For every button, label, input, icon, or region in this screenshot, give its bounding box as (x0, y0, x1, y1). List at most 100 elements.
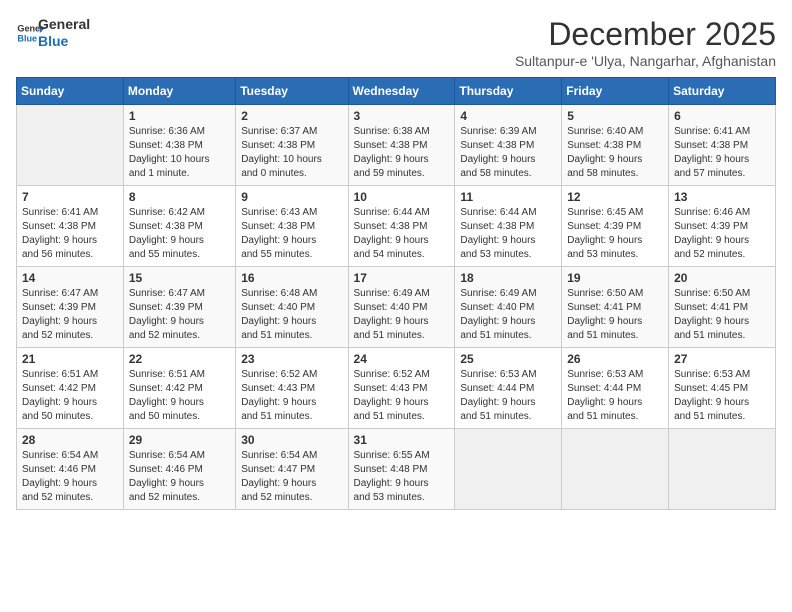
calendar-day-cell: 14 Sunrise: 6:47 AMSunset: 4:39 PMDayligh… (17, 267, 124, 348)
day-info: Sunrise: 6:43 AMSunset: 4:38 PMDaylight:… (241, 206, 342, 262)
calendar-week-row: 1Sunrise: 6:36 AMSunset: 4:38 PMDaylight… (17, 105, 776, 186)
day-number: 10 (354, 190, 450, 204)
weekday-header: Sunday (17, 78, 124, 105)
day-number: 25 (460, 352, 556, 366)
calendar-day-cell: 22 Sunrise: 6:51 AMSunset: 4:42 PMDayligh… (123, 348, 235, 429)
day-info: Sunrise: 6:53 AMSunset: 4:45 PMDaylight:… (674, 368, 770, 424)
day-info: Sunrise: 6:44 AMSunset: 4:38 PMDaylight:… (460, 206, 556, 262)
calendar-day-cell: 28 Sunrise: 6:54 AMSunset: 4:46 PMDayligh… (17, 429, 124, 510)
weekday-header: Friday (562, 78, 669, 105)
day-info: Sunrise: 6:50 AMSunset: 4:41 PMDaylight:… (567, 287, 663, 343)
day-number: 16 (241, 271, 342, 285)
calendar-day-cell (17, 105, 124, 186)
calendar-day-cell: 23Sunrise: 6:52 AMSunset: 4:43 PMDayligh… (236, 348, 348, 429)
calendar-day-cell: 1Sunrise: 6:36 AMSunset: 4:38 PMDaylight… (123, 105, 235, 186)
calendar-week-row: 14 Sunrise: 6:47 AMSunset: 4:39 PMDayligh… (17, 267, 776, 348)
calendar-day-cell: 6Sunrise: 6:41 AMSunset: 4:38 PMDaylight… (669, 105, 776, 186)
day-info: Sunrise: 6:51 AMSunset: 4:42 PMDaylight:… (22, 368, 118, 424)
logo-blue: Blue (38, 33, 90, 50)
day-number: 30 (241, 433, 342, 447)
day-info: Sunrise: 6:41 AMSunset: 4:38 PMDaylight:… (22, 206, 118, 262)
weekday-header: Wednesday (348, 78, 455, 105)
day-number: 24 (354, 352, 450, 366)
day-info: Sunrise: 6:52 AMSunset: 4:43 PMDaylight:… (241, 368, 342, 424)
day-number: 2 (241, 109, 342, 123)
calendar-day-cell: 26 Sunrise: 6:53 AMSunset: 4:44 PMDayligh… (562, 348, 669, 429)
day-number: 3 (354, 109, 450, 123)
day-number: 12 (567, 190, 663, 204)
calendar-day-cell: 15 Sunrise: 6:47 AMSunset: 4:39 PMDayligh… (123, 267, 235, 348)
day-number: 21 (22, 352, 118, 366)
day-number: 26 (567, 352, 663, 366)
calendar-day-cell: 8Sunrise: 6:42 AMSunset: 4:38 PMDaylight… (123, 186, 235, 267)
logo: General Blue General Blue (16, 16, 90, 50)
day-number: 19 (567, 271, 663, 285)
day-number: 9 (241, 190, 342, 204)
calendar-day-cell: 4Sunrise: 6:39 AMSunset: 4:38 PMDaylight… (455, 105, 562, 186)
day-number: 22 (129, 352, 230, 366)
day-number: 4 (460, 109, 556, 123)
day-number: 6 (674, 109, 770, 123)
calendar-day-cell: 21 Sunrise: 6:51 AMSunset: 4:42 PMDayligh… (17, 348, 124, 429)
day-number: 15 (129, 271, 230, 285)
day-info: Sunrise: 6:40 AMSunset: 4:38 PMDaylight:… (567, 125, 663, 181)
calendar-day-cell: 10Sunrise: 6:44 AMSunset: 4:38 PMDayligh… (348, 186, 455, 267)
day-info: Sunrise: 6:38 AMSunset: 4:38 PMDaylight:… (354, 125, 450, 181)
svg-text:Blue: Blue (17, 33, 37, 43)
calendar-day-cell: 25 Sunrise: 6:53 AMSunset: 4:44 PMDayligh… (455, 348, 562, 429)
day-number: 7 (22, 190, 118, 204)
calendar-day-cell: 12 Sunrise: 6:45 AMSunset: 4:39 PMDayligh… (562, 186, 669, 267)
day-info: Sunrise: 6:55 AMSunset: 4:48 PMDaylight:… (354, 449, 450, 505)
day-info: Sunrise: 6:54 AMSunset: 4:46 PMDaylight:… (129, 449, 230, 505)
day-info: Sunrise: 6:53 AMSunset: 4:44 PMDaylight:… (460, 368, 556, 424)
calendar-day-cell: 24 Sunrise: 6:52 AMSunset: 4:43 PMDayligh… (348, 348, 455, 429)
day-number: 11 (460, 190, 556, 204)
day-number: 27 (674, 352, 770, 366)
calendar-day-cell: 17 Sunrise: 6:49 AMSunset: 4:40 PMDayligh… (348, 267, 455, 348)
day-number: 18 (460, 271, 556, 285)
day-number: 14 (22, 271, 118, 285)
page-header: General Blue General Blue December 2025 … (16, 16, 776, 69)
day-number: 31 (354, 433, 450, 447)
calendar-day-cell: 16 Sunrise: 6:48 AMSunset: 4:40 PMDayligh… (236, 267, 348, 348)
weekday-header-row: SundayMondayTuesdayWednesdayThursdayFrid… (17, 78, 776, 105)
day-number: 28 (22, 433, 118, 447)
location-subtitle: Sultanpur-e 'Ulya, Nangarhar, Afghanista… (515, 53, 776, 69)
day-number: 17 (354, 271, 450, 285)
day-number: 5 (567, 109, 663, 123)
day-info: Sunrise: 6:54 AMSunset: 4:47 PMDaylight:… (241, 449, 342, 505)
day-info: Sunrise: 6:50 AMSunset: 4:41 PMDaylight:… (674, 287, 770, 343)
calendar-body: 1Sunrise: 6:36 AMSunset: 4:38 PMDaylight… (17, 105, 776, 510)
calendar-day-cell: 19 Sunrise: 6:50 AMSunset: 4:41 PMDayligh… (562, 267, 669, 348)
calendar-table: SundayMondayTuesdayWednesdayThursdayFrid… (16, 77, 776, 510)
day-info: Sunrise: 6:53 AMSunset: 4:44 PMDaylight:… (567, 368, 663, 424)
day-info: Sunrise: 6:54 AMSunset: 4:46 PMDaylight:… (22, 449, 118, 505)
calendar-day-cell (669, 429, 776, 510)
day-info: Sunrise: 6:47 AMSunset: 4:39 PMDaylight:… (129, 287, 230, 343)
weekday-header: Tuesday (236, 78, 348, 105)
day-info: Sunrise: 6:48 AMSunset: 4:40 PMDaylight:… (241, 287, 342, 343)
calendar-day-cell: 31 Sunrise: 6:55 AMSunset: 4:48 PMDayligh… (348, 429, 455, 510)
calendar-day-cell: 13Sunrise: 6:46 AMSunset: 4:39 PMDayligh… (669, 186, 776, 267)
day-info: Sunrise: 6:42 AMSunset: 4:38 PMDaylight:… (129, 206, 230, 262)
day-info: Sunrise: 6:37 AMSunset: 4:38 PMDaylight:… (241, 125, 342, 181)
calendar-day-cell: 30 Sunrise: 6:54 AMSunset: 4:47 PMDayligh… (236, 429, 348, 510)
calendar-day-cell: 9 Sunrise: 6:43 AMSunset: 4:38 PMDaylight… (236, 186, 348, 267)
calendar-day-cell: 18Sunrise: 6:49 AMSunset: 4:40 PMDayligh… (455, 267, 562, 348)
calendar-day-cell: 20Sunrise: 6:50 AMSunset: 4:41 PMDayligh… (669, 267, 776, 348)
day-info: Sunrise: 6:51 AMSunset: 4:42 PMDaylight:… (129, 368, 230, 424)
calendar-day-cell (455, 429, 562, 510)
calendar-day-cell: 29Sunrise: 6:54 AMSunset: 4:46 PMDayligh… (123, 429, 235, 510)
calendar-week-row: 7 Sunrise: 6:41 AMSunset: 4:38 PMDaylight… (17, 186, 776, 267)
calendar-week-row: 21 Sunrise: 6:51 AMSunset: 4:42 PMDayligh… (17, 348, 776, 429)
calendar-day-cell: 5 Sunrise: 6:40 AMSunset: 4:38 PMDaylight… (562, 105, 669, 186)
day-info: Sunrise: 6:47 AMSunset: 4:39 PMDaylight:… (22, 287, 118, 343)
day-info: Sunrise: 6:49 AMSunset: 4:40 PMDaylight:… (354, 287, 450, 343)
weekday-header: Saturday (669, 78, 776, 105)
day-info: Sunrise: 6:45 AMSunset: 4:39 PMDaylight:… (567, 206, 663, 262)
logo-general: General (38, 16, 90, 33)
month-title: December 2025 (515, 16, 776, 53)
day-number: 13 (674, 190, 770, 204)
calendar-week-row: 28 Sunrise: 6:54 AMSunset: 4:46 PMDayligh… (17, 429, 776, 510)
day-info: Sunrise: 6:52 AMSunset: 4:43 PMDaylight:… (354, 368, 450, 424)
